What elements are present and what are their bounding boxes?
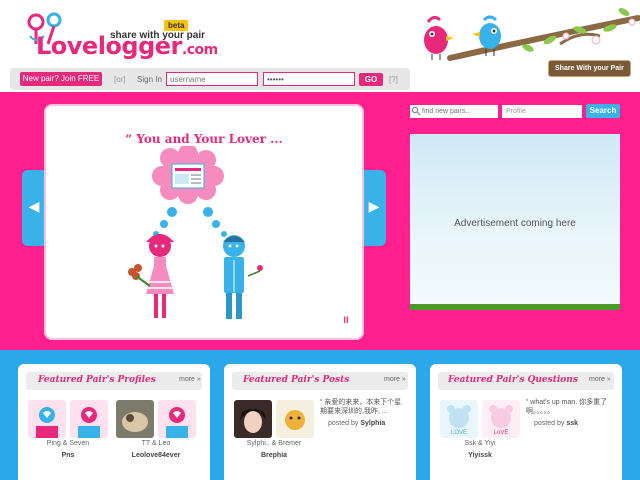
posts-more-link[interactable]: more » [384,376,406,383]
pair-thumbnail-ping-seven[interactable] [28,400,66,438]
post-author-link[interactable]: Sylphia [360,420,385,427]
questions-more-link[interactable]: more » [589,376,611,383]
pair-thumbnail-tt-leo[interactable] [116,400,154,438]
slider-pause-button[interactable]: II [340,314,352,326]
search-type-select[interactable]: Profile [502,105,582,118]
username-field[interactable] [166,72,258,86]
pair-thumbnail-sylphi-bremer[interactable] [234,400,272,438]
pair-thumbnail-sylphi-bremer-2[interactable] [276,400,314,438]
svg-text:LoVE: LoVE [494,430,509,436]
featured-profiles-panel: Featured Pair's Profiles more » Ping & S… [18,364,210,480]
join-free-button[interactable]: New pair? Join FREE [20,72,102,86]
find-pairs-search-input[interactable] [410,105,498,118]
profiles-more-link[interactable]: more » [179,376,201,383]
couple-illustration [128,146,263,319]
featured-profiles-title[interactable]: Featured Pair's Profiles [38,375,156,385]
featured-questions-panel: Featured Pair's Questions more » LOVE Lo… [430,364,622,480]
search-button[interactable]: Search [586,104,620,118]
slider-next-button[interactable]: ▶ [362,170,386,246]
share-with-pair-badge[interactable]: Share With your Pair [548,60,631,77]
pair-thumbnail-ssk-yiyi[interactable]: LOVE [440,400,478,438]
go-button[interactable]: GO [359,73,383,86]
question-excerpt[interactable]: “ what's up man. 你多重了 啊。。。。。 [526,398,610,416]
advertisement-text: Advertisement coming here [454,218,576,229]
or-label: [or] [114,75,126,84]
question-author: posted by ssk [534,420,578,427]
pair-names: Ping & Seven [46,440,90,447]
featured-posts-title[interactable]: Featured Pair's Posts [243,375,349,385]
beta-badge: beta [164,20,189,31]
search-icon [411,106,421,116]
post-author: posted by Sylphia [328,420,386,427]
password-field[interactable] [263,72,355,86]
pair-thumbnail-ssk-yiyi-2[interactable]: LoVE [482,400,520,438]
birds-branch-illustration [424,8,640,61]
pair-username[interactable]: Leolove84ever [116,452,196,459]
chevron-right-icon: ▶ [368,198,380,214]
featured-posts-panel: Featured Pair's Posts more » Sylphi.. & … [224,364,416,480]
pair-username[interactable]: Brephia [234,452,314,459]
help-link[interactable]: [?] [389,75,398,84]
chevron-left-icon: ◀ [28,198,40,214]
sign-in-label: Sign In [137,75,162,84]
pair-thumbnail-tt-leo-2[interactable] [158,400,196,438]
pair-names: TT & Leo [141,440,171,447]
pair-username[interactable]: Yiyissk [440,452,520,459]
site-tagline: share with your pair [110,30,206,41]
post-excerpt[interactable]: “ 亲爱的来来，本来下个星期要来深圳的,我昨, ... [320,398,404,416]
pair-username[interactable]: Pns [28,452,108,459]
slider-prev-button[interactable]: ◀ [22,170,46,246]
svg-text:LOVE: LOVE [451,430,467,436]
pair-thumbnail-ping-seven-2[interactable] [70,400,108,438]
advertisement-grass-strip [410,304,620,310]
pair-names: Ssk & Yiyi [464,440,496,447]
question-author-link[interactable]: ssk [566,420,578,427]
slide-title: “ You and Your Lover ... [125,132,283,146]
featured-questions-title[interactable]: Featured Pair's Questions [448,375,578,385]
pair-names: Sylphi.. & Bremer [246,440,302,447]
